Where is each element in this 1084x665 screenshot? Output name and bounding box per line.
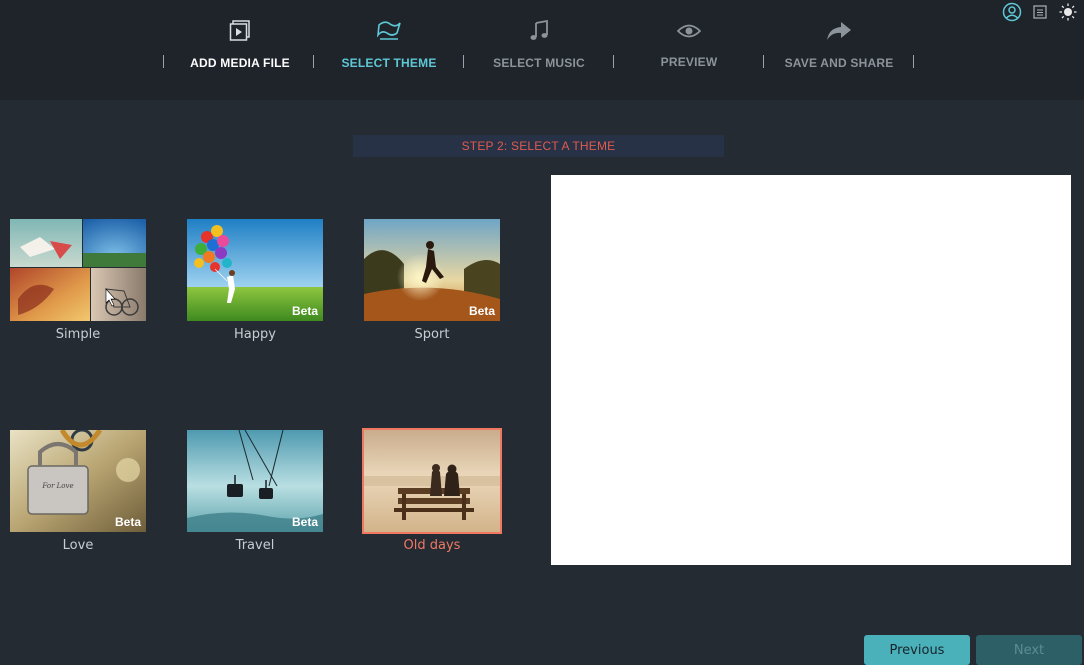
theme-thumbnail: Beta bbox=[187, 219, 323, 321]
step-label: ADD MEDIA FILE bbox=[190, 56, 290, 70]
beta-badge: Beta bbox=[292, 304, 318, 318]
music-note-icon bbox=[470, 18, 608, 44]
step-label: PREVIEW bbox=[660, 55, 718, 69]
step-add-media-file[interactable]: ADD MEDIA FILE bbox=[170, 18, 310, 70]
theme-name: Old days bbox=[403, 538, 461, 553]
next-button[interactable]: Next bbox=[976, 635, 1082, 665]
nav-separator bbox=[163, 55, 164, 68]
theme-thumbnail bbox=[362, 428, 502, 534]
svg-text:For Love: For Love bbox=[41, 482, 73, 490]
video-file-icon bbox=[170, 18, 310, 44]
step-select-theme[interactable]: SELECT THEME bbox=[320, 18, 458, 70]
theme-tile-love[interactable]: For Love Beta Love bbox=[10, 430, 146, 553]
step-banner: STEP 2: SELECT A THEME bbox=[353, 135, 724, 157]
beta-badge: Beta bbox=[469, 304, 495, 318]
theme-tile-happy[interactable]: Beta Happy bbox=[187, 219, 323, 342]
theme-ribbon-icon bbox=[320, 18, 458, 44]
nav-separator bbox=[463, 55, 464, 68]
previous-button[interactable]: Previous bbox=[864, 635, 970, 665]
nav-separator bbox=[763, 55, 764, 68]
theme-name: Happy bbox=[234, 327, 276, 342]
step-select-music[interactable]: SELECT MUSIC bbox=[470, 18, 608, 70]
top-navigation-bar: ADD MEDIA FILE SELECT THEME SELECT MUSIC… bbox=[0, 0, 1084, 100]
theme-name: Simple bbox=[55, 327, 101, 342]
theme-thumbnail: For Love Beta bbox=[10, 430, 146, 532]
nav-separator bbox=[313, 55, 314, 68]
theme-tile-old-days[interactable]: Old days bbox=[362, 428, 502, 553]
step-preview[interactable]: PREVIEW bbox=[620, 18, 758, 69]
menu-icon[interactable] bbox=[1030, 2, 1050, 22]
theme-thumbnail: Beta bbox=[187, 430, 323, 532]
window-controls bbox=[1002, 2, 1078, 22]
eye-icon bbox=[620, 18, 758, 44]
theme-thumbnail: Beta bbox=[364, 219, 500, 321]
step-save-and-share[interactable]: SAVE AND SHARE bbox=[770, 18, 908, 70]
nav-separator bbox=[913, 55, 914, 68]
theme-preview-area bbox=[551, 175, 1071, 565]
theme-name: Travel bbox=[235, 538, 275, 553]
step-label: SAVE AND SHARE bbox=[784, 56, 894, 70]
theme-thumbnail bbox=[10, 219, 146, 321]
beta-badge: Beta bbox=[115, 515, 141, 529]
step-label: SELECT MUSIC bbox=[493, 56, 585, 70]
theme-tile-travel[interactable]: Beta Travel bbox=[187, 430, 323, 553]
beta-badge: Beta bbox=[292, 515, 318, 529]
theme-tile-sport[interactable]: Beta Sport bbox=[364, 219, 500, 342]
step-label: SELECT THEME bbox=[341, 56, 437, 70]
theme-tile-simple[interactable]: Simple bbox=[10, 219, 146, 342]
brightness-icon[interactable] bbox=[1058, 2, 1078, 22]
nav-separator bbox=[613, 55, 614, 68]
account-icon[interactable] bbox=[1002, 2, 1022, 22]
theme-name: Sport bbox=[414, 327, 450, 342]
theme-name: Love bbox=[62, 538, 94, 553]
share-arrow-icon bbox=[770, 18, 908, 44]
